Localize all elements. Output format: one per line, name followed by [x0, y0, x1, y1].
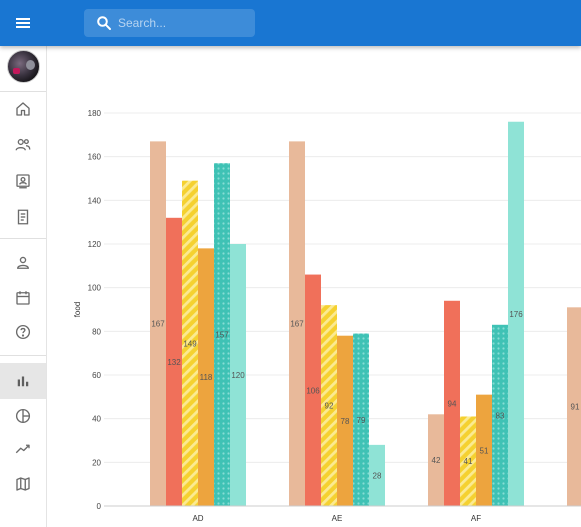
- sidebar-item-contacts[interactable]: [0, 163, 46, 199]
- data-label: 79: [357, 416, 366, 425]
- person-icon: [17, 256, 29, 269]
- data-label: 167: [151, 320, 165, 329]
- y-tick-label: 20: [92, 458, 101, 467]
- avatar-detail: [26, 60, 35, 70]
- data-label: 132: [167, 358, 181, 367]
- calendar-icon: [16, 291, 30, 305]
- contact-card-icon: [16, 174, 30, 189]
- y-tick-label: 80: [92, 327, 101, 336]
- sidebar-item-home[interactable]: [0, 91, 46, 127]
- data-label: 149: [183, 339, 197, 348]
- search-box[interactable]: [84, 9, 255, 37]
- data-label: 42: [432, 456, 441, 465]
- data-label: 83: [496, 411, 505, 420]
- data-label: 91: [571, 403, 580, 412]
- data-label: 157: [215, 331, 229, 340]
- sidebar-item-help[interactable]: [0, 314, 46, 350]
- y-tick-label: 100: [88, 284, 102, 293]
- sidebar-item-map[interactable]: [0, 466, 46, 502]
- home-icon: [16, 102, 30, 116]
- sidebar-item-people[interactable]: [0, 127, 46, 163]
- data-label: 118: [200, 373, 213, 382]
- data-label: 41: [464, 457, 473, 466]
- sidebar-item-receipt[interactable]: [0, 199, 46, 235]
- y-tick-label: 180: [88, 109, 102, 118]
- data-label: 167: [290, 320, 304, 329]
- sidebar-item-person[interactable]: [0, 245, 46, 281]
- y-tick-label: 160: [88, 153, 102, 162]
- sidebar-item-pie-chart[interactable]: [0, 398, 46, 434]
- search-input[interactable]: [118, 13, 248, 33]
- avatar-detail: [13, 68, 20, 74]
- data-label: 106: [306, 386, 320, 395]
- hamburger-menu-icon[interactable]: [13, 13, 33, 33]
- user-avatar[interactable]: [7, 50, 40, 83]
- y-tick-label: 0: [97, 502, 102, 511]
- x-tick-label: AD: [192, 514, 203, 523]
- data-label: 94: [448, 399, 457, 408]
- receipt-icon: [17, 209, 29, 225]
- y-tick-label: 120: [88, 240, 102, 249]
- app-header: [0, 0, 581, 46]
- data-label: 51: [480, 446, 489, 455]
- help-icon: [15, 324, 31, 340]
- bar-chart: 167 132 149 118 157 120 167 106 92 78 79 28 42 94 41 51…: [73, 109, 581, 523]
- bar-chart-icon: [17, 376, 29, 387]
- data-label: 120: [231, 371, 245, 380]
- y-tick-label: 140: [88, 196, 102, 205]
- sidebar-divider: [0, 238, 46, 239]
- y-axis-label: food: [73, 302, 82, 318]
- data-label: 176: [509, 310, 523, 319]
- trending-icon: [15, 444, 30, 454]
- pie-chart-icon: [15, 408, 31, 424]
- y-tick-label: 60: [92, 371, 101, 380]
- sidebar: [0, 46, 47, 527]
- map-icon: [16, 477, 30, 491]
- sidebar-item-calendar[interactable]: [0, 280, 46, 316]
- people-icon: [15, 138, 31, 151]
- y-tick-label: 40: [92, 415, 101, 424]
- data-label: 28: [373, 471, 382, 480]
- sidebar-divider: [0, 355, 46, 356]
- x-tick-label: AF: [471, 514, 481, 523]
- sidebar-item-line-chart[interactable]: [0, 431, 46, 467]
- x-tick-label: AE: [332, 514, 343, 523]
- data-label: 78: [341, 417, 350, 426]
- sidebar-item-bar-chart[interactable]: [0, 363, 46, 399]
- search-icon: [97, 16, 111, 30]
- data-label: 92: [325, 402, 334, 411]
